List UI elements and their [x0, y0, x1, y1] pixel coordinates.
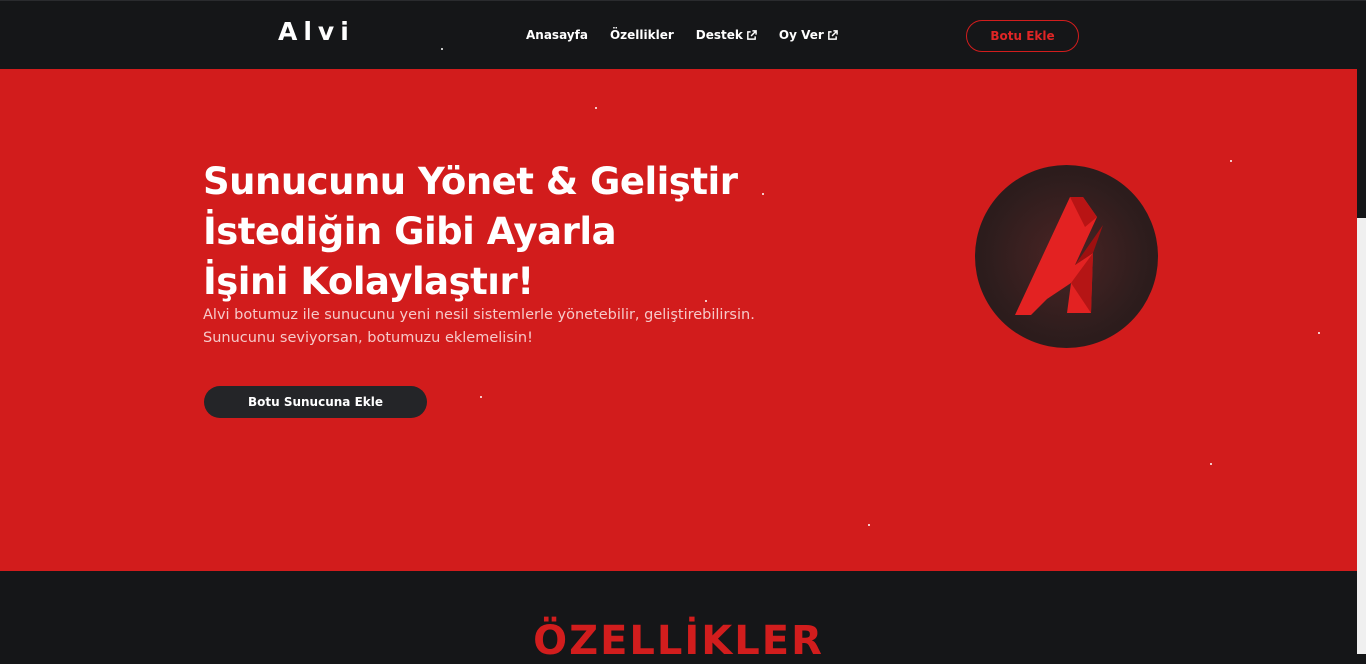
decor-star — [441, 48, 443, 50]
brand-logo[interactable]: Alvi — [278, 17, 355, 46]
add-bot-to-server-button[interactable]: Botu Sunucuna Ekle — [204, 386, 427, 418]
hero-headline-line-1: Sunucunu Yönet & Geliştir — [203, 160, 738, 203]
hero-section: Sunucunu Yönet & Geliştir İstediğin Gibi… — [0, 69, 1357, 571]
hero-headline-line-3: İşini Kolaylaştır! — [203, 260, 534, 303]
hero-subtext: Alvi botumuz ile sunucunu yeni nesil sis… — [203, 304, 755, 350]
hero-subtext-line-2: Sunucunu seviyorsan, botumuzu eklemelisi… — [203, 330, 533, 346]
features-title: ÖZELLİKLER — [533, 618, 824, 664]
decor-star — [868, 524, 870, 526]
external-link-icon — [827, 29, 838, 40]
page-edge-dark — [1357, 69, 1366, 218]
decor-star — [762, 193, 764, 195]
nav-links: Anasayfa Özellikler Destek Oy Ver — [526, 28, 838, 42]
hero-headline: Sunucunu Yönet & Geliştir İstediğin Gibi… — [203, 157, 738, 307]
nav-link-features[interactable]: Özellikler — [610, 28, 674, 42]
external-link-icon — [746, 29, 757, 40]
nav-link-support[interactable]: Destek — [696, 28, 757, 42]
page-scrollbar[interactable] — [1357, 218, 1366, 654]
nav-link-features-label: Özellikler — [609, 28, 674, 42]
decor-star — [480, 396, 482, 398]
top-navbar: Alvi Anasayfa Özellikler Destek Oy Ver B… — [0, 0, 1366, 69]
nav-link-home-label: Anasayfa — [526, 28, 588, 42]
nav-link-vote[interactable]: Oy Ver — [779, 28, 838, 42]
nav-link-home[interactable]: Anasayfa — [526, 28, 588, 42]
alvi-a-logo-icon — [975, 165, 1158, 348]
hero-subtext-line-1: Alvi botumuz ile sunucunu yeni nesil sis… — [203, 307, 755, 323]
hero-headline-line-2: İstediğin Gibi Ayarla — [203, 210, 617, 253]
decor-star — [1318, 332, 1320, 334]
features-section: ÖZELLİKLER — [0, 571, 1357, 664]
decor-star — [1230, 160, 1232, 162]
decor-star — [1210, 463, 1212, 465]
decor-star — [705, 300, 707, 302]
nav-link-support-label: Destek — [695, 28, 743, 42]
nav-link-vote-label: Oy Ver — [778, 28, 824, 42]
add-bot-button[interactable]: Botu Ekle — [966, 20, 1079, 52]
decor-star — [595, 107, 597, 109]
